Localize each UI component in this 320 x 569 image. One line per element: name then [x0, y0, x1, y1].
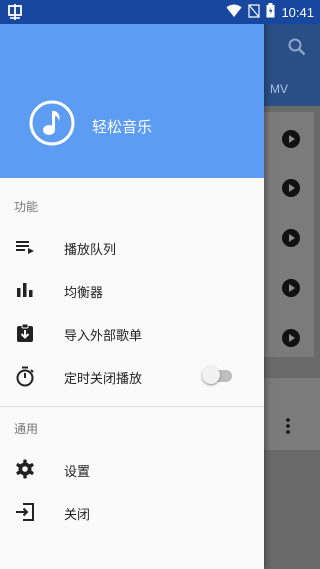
app-logo-icon — [28, 99, 76, 147]
sleep-timer-toggle[interactable] — [202, 366, 234, 384]
menu-item-label: 设置 — [64, 465, 91, 480]
divider — [0, 406, 264, 407]
menu-item-label: 定时关闭播放 — [64, 372, 143, 387]
exit-icon — [14, 501, 36, 523]
search-icon — [288, 38, 306, 60]
more-vert-icon — [286, 418, 290, 438]
drawer-header: 轻松音乐 — [0, 0, 264, 178]
menu-item-import-playlist[interactable]: 导入外部歌单 — [0, 312, 264, 356]
menu-item-equalizer[interactable]: 均衡器 — [0, 269, 264, 313]
play-icon — [282, 130, 300, 148]
app-notification-icon — [6, 3, 24, 25]
import-playlist-icon — [14, 322, 36, 344]
wifi-icon — [226, 3, 242, 22]
menu-item-label: 均衡器 — [64, 286, 104, 301]
menu-item-label: 关闭 — [64, 508, 91, 523]
queue-icon — [14, 236, 36, 258]
section-title-function: 功能 — [14, 200, 39, 214]
clock: 10:41 — [281, 4, 314, 20]
navigation-drawer: 轻松音乐 功能 播放队列 均衡器 导入外部歌单 定时关闭播放 通用 设置 关闭 — [0, 0, 264, 569]
app-name: 轻松音乐 — [92, 118, 153, 136]
play-icon — [282, 179, 300, 197]
status-bar: 10:41 — [0, 0, 320, 24]
section-title-general: 通用 — [14, 422, 39, 436]
menu-item-play-queue[interactable]: 播放队列 — [0, 226, 264, 270]
play-icon — [282, 329, 300, 347]
play-icon — [282, 279, 300, 297]
menu-item-label: 导入外部歌单 — [64, 329, 143, 344]
menu-item-label: 播放队列 — [64, 243, 117, 258]
timer-icon — [14, 365, 36, 387]
background-card — [262, 378, 320, 450]
menu-item-close[interactable]: 关闭 — [0, 491, 264, 535]
battery-icon — [266, 2, 275, 22]
tab-mv: MV — [270, 82, 288, 96]
equalizer-icon — [14, 279, 36, 301]
no-sim-icon — [248, 3, 261, 22]
play-icon — [282, 229, 300, 247]
toggle-thumb — [202, 366, 220, 384]
menu-item-settings[interactable]: 设置 — [0, 448, 264, 492]
gear-icon — [14, 458, 36, 480]
